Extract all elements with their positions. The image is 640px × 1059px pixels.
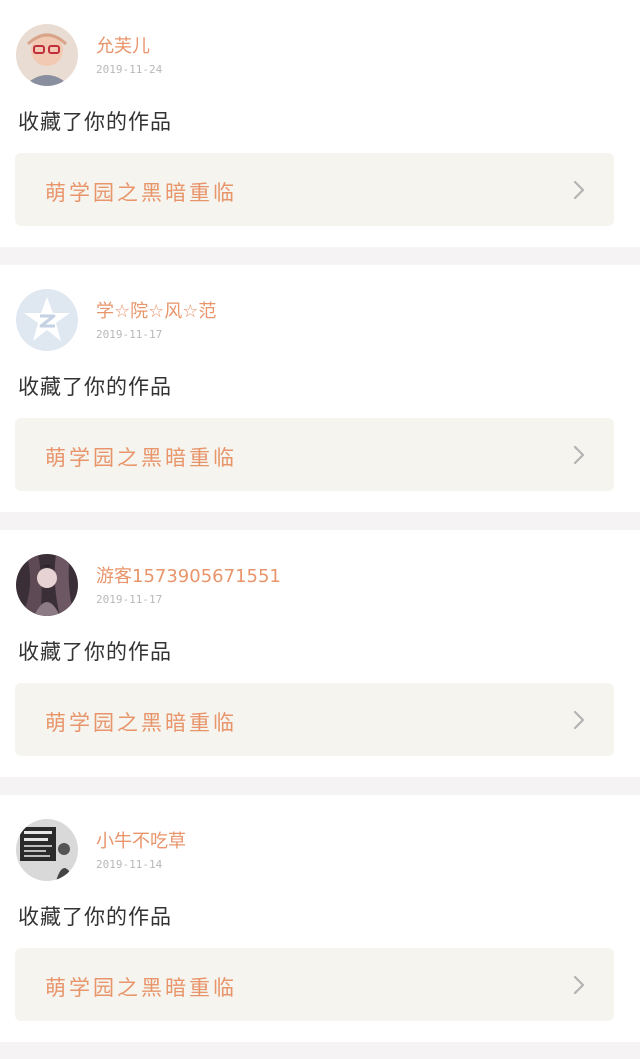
action-text: 收藏了你的作品 (18, 110, 172, 134)
work-title: 萌学园之黑暗重临 (45, 181, 237, 205)
chevron-right-icon (572, 445, 586, 465)
timestamp: 2019-11-17 (96, 328, 163, 341)
username[interactable]: 学☆院☆风☆范 (96, 297, 216, 323)
action-text: 收藏了你的作品 (18, 905, 172, 929)
text-poster-avatar-icon[interactable] (16, 819, 78, 881)
work-title: 萌学园之黑暗重临 (45, 711, 237, 735)
timestamp: 2019-11-14 (96, 858, 163, 871)
username[interactable]: 允芙儿 (96, 32, 150, 58)
anime-character-avatar-icon[interactable] (16, 554, 78, 616)
child-photo-avatar-icon[interactable] (16, 24, 78, 86)
work-link-card[interactable]: 萌学园之黑暗重临 (15, 153, 614, 226)
qq-default-avatar-icon[interactable] (16, 289, 78, 351)
notification-card: 小牛不吃草 2019-11-14 收藏了你的作品 萌学园之黑暗重临 (0, 795, 640, 1042)
chevron-right-icon (572, 180, 586, 200)
work-link-card[interactable]: 萌学园之黑暗重临 (15, 948, 614, 1021)
timestamp: 2019-11-24 (96, 63, 163, 76)
work-link-card[interactable]: 萌学园之黑暗重临 (15, 418, 614, 491)
action-text: 收藏了你的作品 (18, 640, 172, 664)
chevron-right-icon (572, 710, 586, 730)
action-text: 收藏了你的作品 (18, 375, 172, 399)
notification-card: 游客1573905671551 2019-11-17 收藏了你的作品 萌学园之黑… (0, 530, 640, 777)
username[interactable]: 小牛不吃草 (96, 827, 186, 853)
timestamp: 2019-11-17 (96, 593, 163, 606)
notification-card: 允芙儿 2019-11-24 收藏了你的作品 萌学园之黑暗重临 (0, 0, 640, 247)
username[interactable]: 游客1573905671551 (96, 562, 281, 588)
chevron-right-icon (572, 975, 586, 995)
work-title: 萌学园之黑暗重临 (45, 446, 237, 470)
work-title: 萌学园之黑暗重临 (45, 976, 237, 1000)
work-link-card[interactable]: 萌学园之黑暗重临 (15, 683, 614, 756)
notification-feed: 允芙儿 2019-11-24 收藏了你的作品 萌学园之黑暗重临 学☆院☆风☆范 … (0, 0, 640, 1059)
notification-card: 学☆院☆风☆范 2019-11-17 收藏了你的作品 萌学园之黑暗重临 (0, 265, 640, 512)
